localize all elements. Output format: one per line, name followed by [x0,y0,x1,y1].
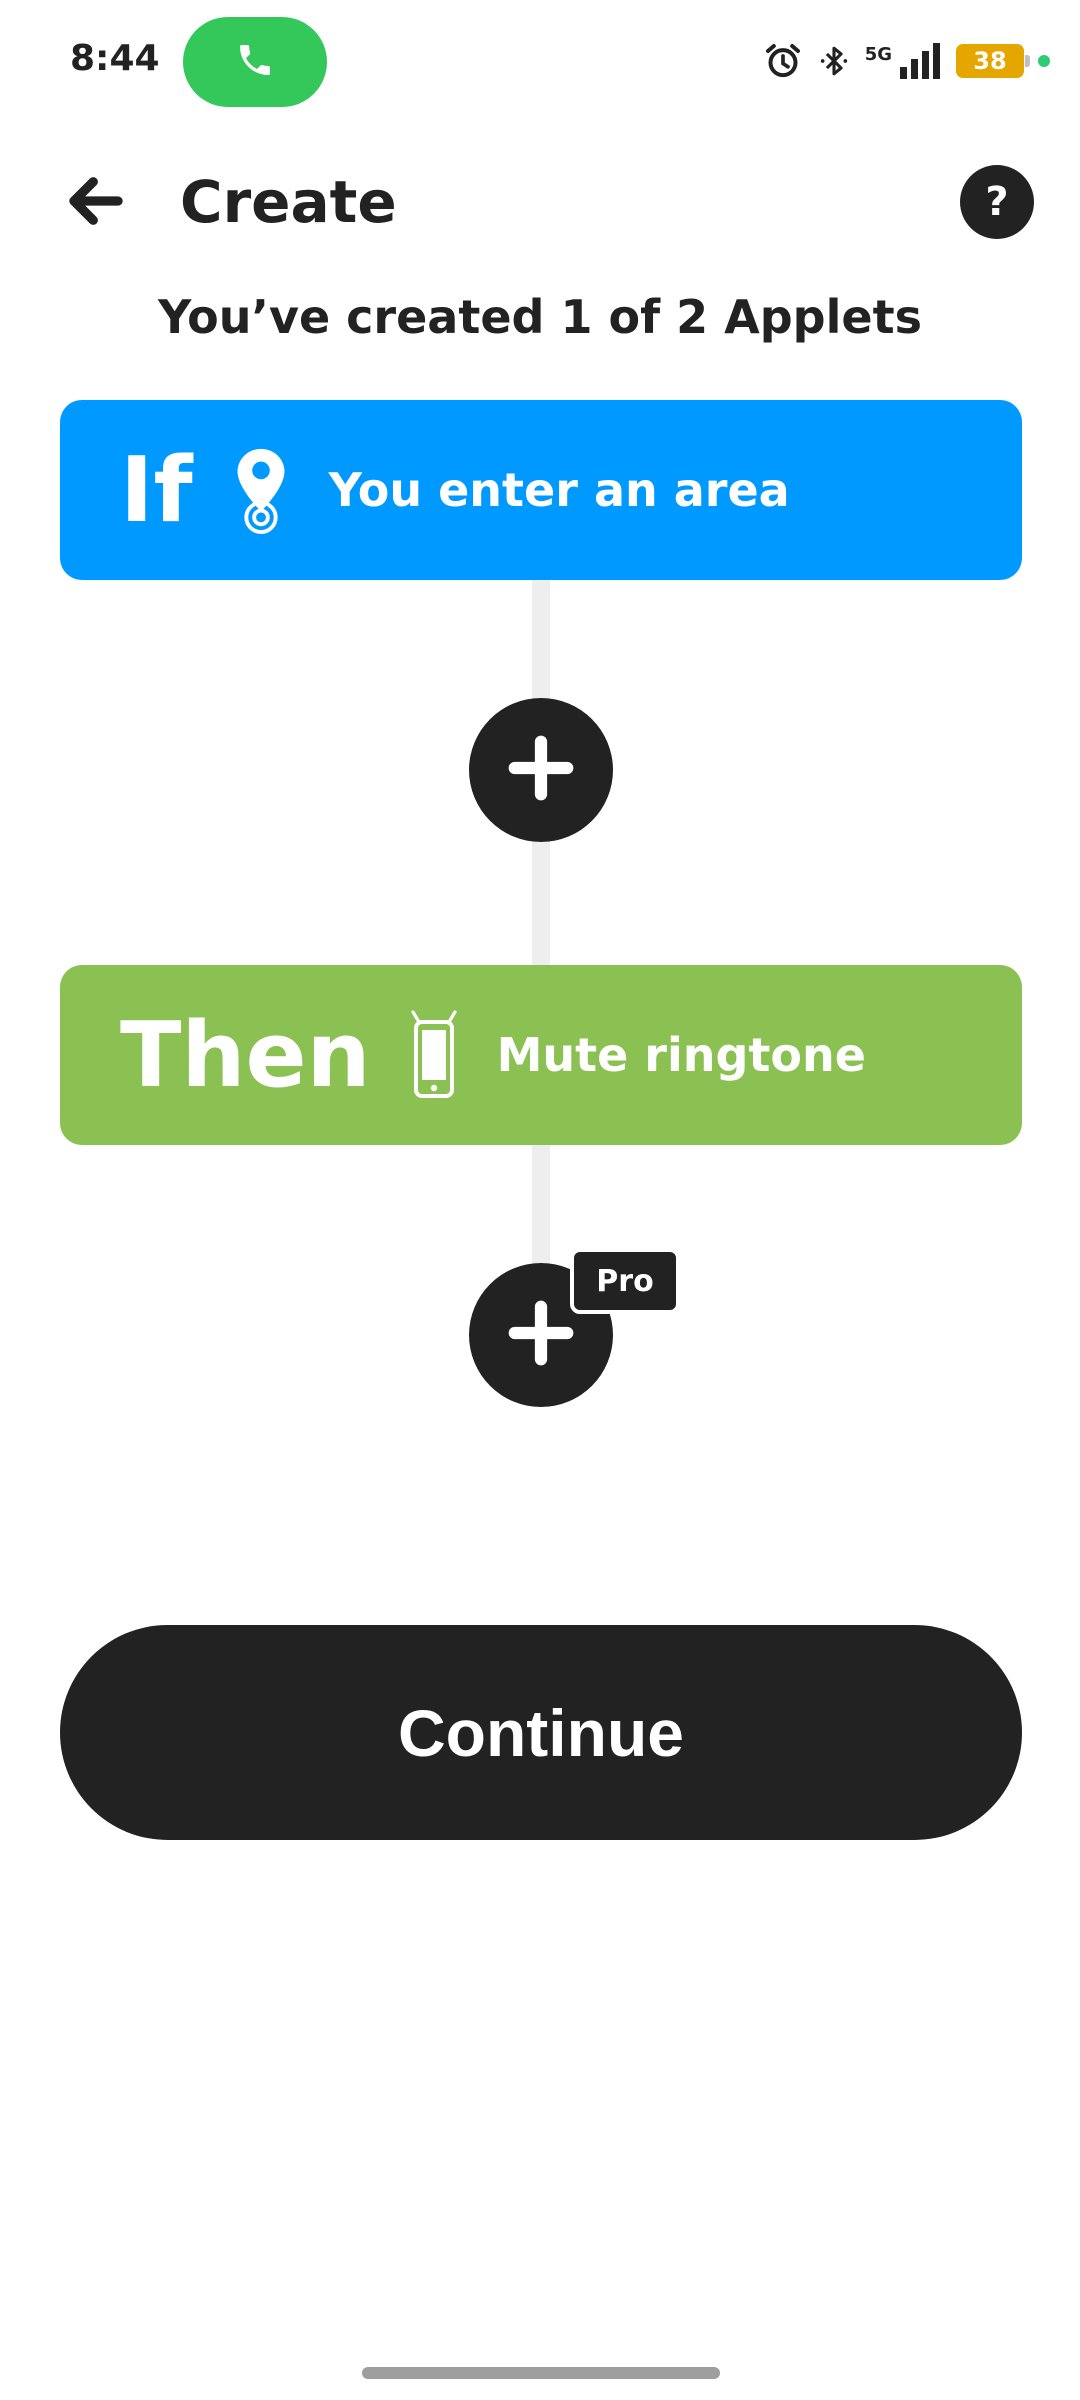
privacy-indicator-dot [1038,55,1050,67]
if-trigger-card[interactable]: If You enter an area [60,400,1022,580]
android-phone-icon [410,1010,457,1100]
home-indicator[interactable] [362,2367,720,2379]
back-button[interactable] [58,165,134,241]
then-keyword: Then [120,1002,371,1108]
location-pin-icon [233,445,289,535]
phone-icon [235,40,275,84]
battery-indicator: 38 [956,44,1030,78]
status-time: 8:44 [70,38,160,79]
plus-icon [506,1298,576,1372]
question-mark-icon: ? [985,179,1009,225]
status-bar: 8:44 5G 38 [0,0,1080,120]
if-trigger-label: You enter an area [328,463,790,517]
pro-badge: Pro [570,1248,680,1314]
connector-line [532,1143,550,1273]
add-trigger-button[interactable] [469,698,613,842]
bluetooth-icon [817,41,851,81]
if-keyword: If [120,437,193,543]
signal-strength-icon [898,41,942,81]
then-action-label: Mute ringtone [496,1028,866,1082]
network-type-label: 5G [864,43,892,65]
plus-icon [506,733,576,807]
alarm-icon [763,41,803,81]
header: Create ? [0,150,1080,260]
create-applet-screen: 8:44 5G 38 Create ? You’ve created 1 of … [0,0,1080,2400]
page-title: Create [180,168,397,236]
continue-button[interactable]: Continue [60,1625,1022,1840]
arrow-left-icon [63,168,129,238]
then-action-card[interactable]: Then Mute ringtone [60,965,1022,1145]
help-button[interactable]: ? [960,165,1034,239]
status-icons: 5G 38 [763,36,1050,86]
applet-count-text: You’ve created 1 of 2 Applets [158,290,922,344]
ongoing-call-pill[interactable] [183,17,327,107]
